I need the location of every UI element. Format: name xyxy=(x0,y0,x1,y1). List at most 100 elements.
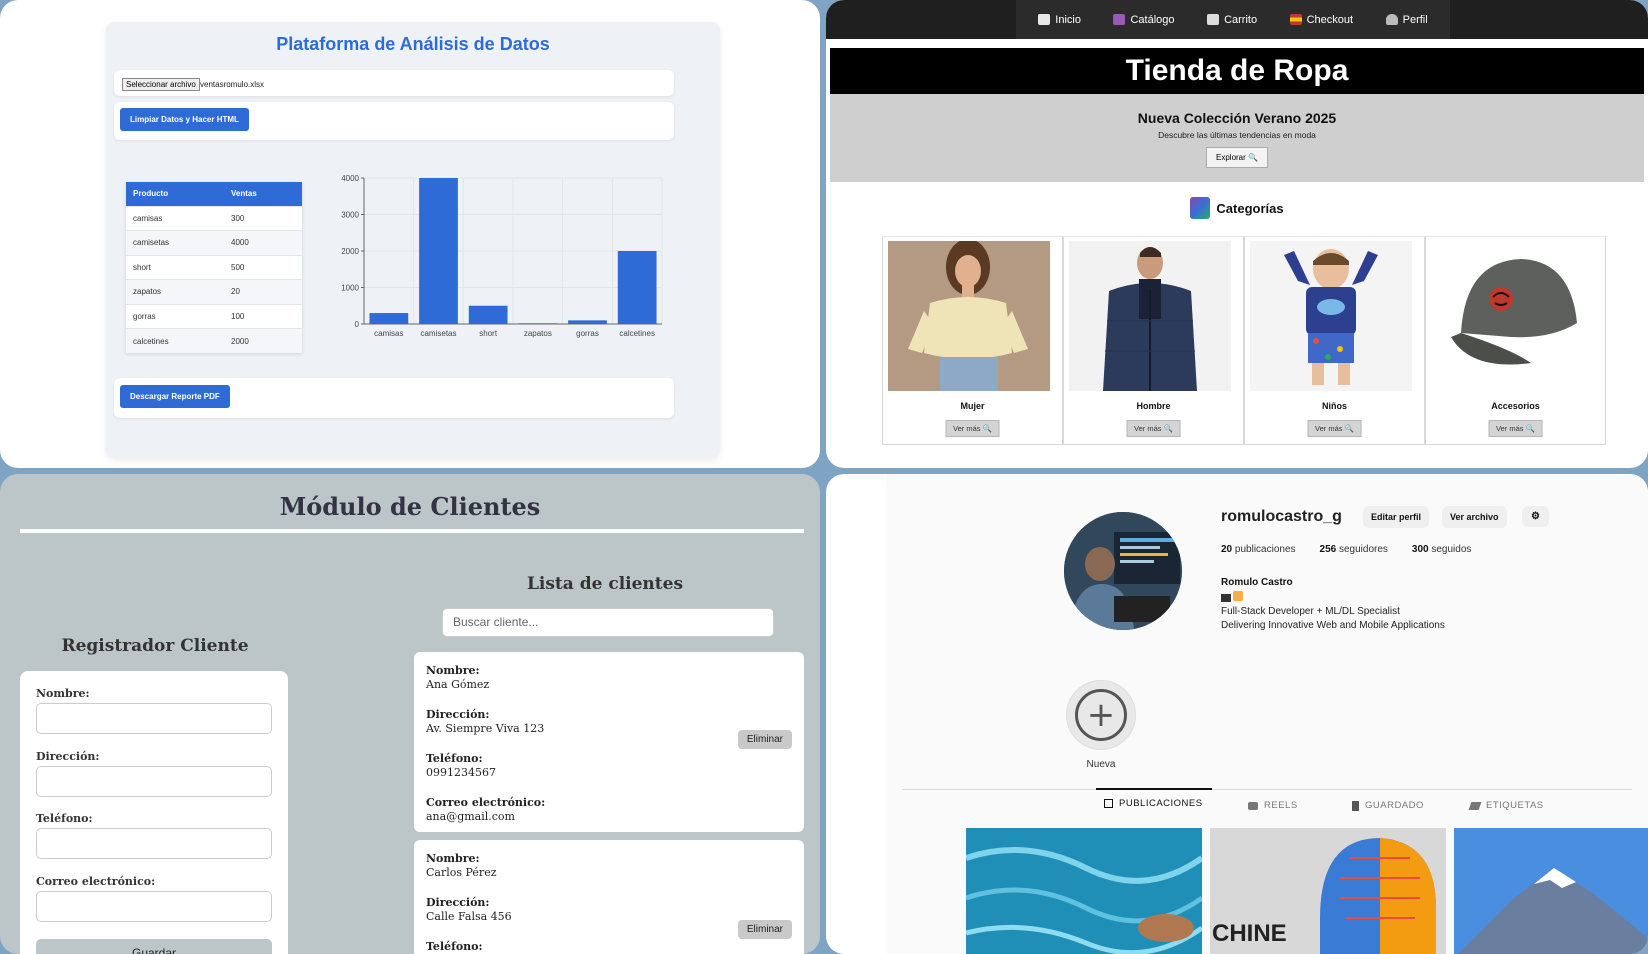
view-archive-button[interactable]: Ver archivo xyxy=(1442,506,1507,528)
category-image-hombre xyxy=(1069,241,1231,391)
active-tab-indicator xyxy=(1096,788,1212,790)
client-email-label: Correo electrónico: xyxy=(426,796,546,809)
avatar[interactable] xyxy=(1064,512,1182,630)
table-header-row: Producto Ventas xyxy=(126,182,302,206)
new-highlight-button[interactable]: + xyxy=(1066,680,1136,750)
select-file-button[interactable]: Seleccionar archivo xyxy=(122,78,200,91)
tab-reels[interactable]: REELS xyxy=(1248,800,1298,811)
table-cell: 100 xyxy=(224,303,302,329)
posts-stat[interactable]: 20 publicaciones xyxy=(1221,544,1296,555)
bar xyxy=(468,305,508,324)
delete-button[interactable]: Eliminar xyxy=(737,730,792,749)
phone-field[interactable] xyxy=(36,828,272,859)
category-card-accesorios: Accesorios Ver más 🔍 xyxy=(1425,237,1606,445)
followers-stat[interactable]: 256 seguidores xyxy=(1320,544,1388,555)
bookmark-icon xyxy=(1352,800,1359,811)
delete-button[interactable]: Eliminar xyxy=(737,920,792,939)
bar xyxy=(369,313,409,324)
client-name-label: Nombre: xyxy=(426,852,480,865)
client-address: Av. Siempre Viva 123 xyxy=(426,722,545,735)
client-phone: 0991234567 xyxy=(426,766,496,779)
download-pdf-button[interactable]: Descargar Reporte PDF xyxy=(120,385,230,408)
tab-label: GUARDADO xyxy=(1365,800,1424,811)
email-field[interactable] xyxy=(36,891,272,922)
edit-profile-button[interactable]: Editar perfil xyxy=(1363,506,1430,528)
tab-guardado[interactable]: GUARDADO xyxy=(1352,800,1424,811)
tabs-divider xyxy=(902,789,1632,790)
user-icon xyxy=(1385,14,1398,25)
highlight-label: Nueva xyxy=(1086,759,1116,770)
nav-item-inicio[interactable]: Inicio xyxy=(1038,14,1081,26)
reels-icon xyxy=(1248,801,1258,810)
flag-icon xyxy=(1289,14,1302,25)
table-row: camisas 300 xyxy=(126,205,302,231)
nav-label: Perfil xyxy=(1402,13,1428,26)
tab-publicaciones[interactable]: PUBLICACIONES xyxy=(1104,798,1203,809)
nav-item-carrito[interactable]: Carrito xyxy=(1207,14,1257,26)
clean-data-button[interactable]: Limpiar Datos y Hacer HTML xyxy=(120,108,249,131)
address-field[interactable] xyxy=(36,766,272,797)
sales-bar-chart: 0 1000 2000 3000 4000 camisas camisetas short za… xyxy=(341,174,663,338)
save-button[interactable]: Guardar xyxy=(36,939,272,954)
category-name: Hombre xyxy=(1136,401,1171,411)
category-name: Niños xyxy=(1321,401,1347,411)
nav-label: Carrito xyxy=(1224,13,1258,26)
shop-navbar: Inicio Catálogo Carrito Checkout Perfil xyxy=(826,0,1648,39)
tab-label: REELS xyxy=(1264,800,1298,811)
table-row: camisetas 4000 xyxy=(126,230,302,255)
pdf-box: Descargar Reporte PDF xyxy=(114,378,674,418)
x-tick-label: camisetas xyxy=(420,329,456,338)
cart-icon xyxy=(1207,14,1220,25)
following-count: 300 xyxy=(1411,544,1429,555)
table-cell: 20 xyxy=(224,279,302,304)
post-thumbnail[interactable] xyxy=(966,828,1202,954)
name-label: Nombre: xyxy=(36,687,90,700)
nav-label: Catálogo xyxy=(1130,13,1175,26)
nav-item-perfil[interactable]: Perfil xyxy=(1385,13,1428,26)
y-tick-label: 0 xyxy=(355,320,360,329)
selected-file-name: ventasromulo.xlsx xyxy=(200,80,265,89)
nav-item-catalogo[interactable]: Catálogo xyxy=(1113,13,1175,26)
nav-label: Inicio xyxy=(1055,13,1081,26)
gear-icon[interactable]: ⚙ xyxy=(1522,506,1549,527)
posts-label: publicaciones xyxy=(1234,544,1296,555)
table-cell: 2000 xyxy=(224,328,302,353)
profile-panel: romulocastro_g Editar perfil Ver archivo… xyxy=(826,474,1648,954)
see-more-button[interactable]: Ver más 🔍 xyxy=(1307,420,1362,437)
post-thumbnail[interactable]: CHINE xyxy=(1210,828,1446,954)
client-email: ana@gmail.com xyxy=(426,810,515,823)
title-divider xyxy=(20,529,804,533)
following-stat[interactable]: 300 seguidos xyxy=(1412,544,1472,555)
explore-button[interactable]: Explorar 🔍 xyxy=(1206,147,1268,168)
post-thumbnail[interactable] xyxy=(1454,828,1648,954)
name-field[interactable] xyxy=(36,703,272,734)
client-address-label: Dirección: xyxy=(426,708,490,721)
category-cards: Mujer Ver más 🔍 Hombre Ver más 🔍 Niños V… xyxy=(882,236,1608,445)
sales-table: Producto Ventas camisas 300 camisetas 4000… xyxy=(126,182,302,353)
table-header-sales: Ventas xyxy=(224,182,302,206)
category-name: Mujer xyxy=(960,401,985,411)
tab-label: ETIQUETAS xyxy=(1486,800,1544,811)
client-address: Calle Falsa 456 xyxy=(426,910,512,923)
table-row: calcetines 2000 xyxy=(126,328,302,353)
bio-line: Delivering Innovative Web and Mobile App… xyxy=(1221,620,1445,631)
home-icon xyxy=(1038,14,1051,25)
bar xyxy=(518,323,558,324)
following-label: seguidos xyxy=(1431,544,1472,555)
tab-etiquetas[interactable]: ETIQUETAS xyxy=(1468,800,1544,811)
y-tick-label: 1000 xyxy=(341,284,359,293)
client-search-input[interactable]: Buscar cliente... xyxy=(442,608,774,637)
shopping-bags-icon xyxy=(1113,14,1126,25)
hero-subtitle: Descubre las últimas tendencias en moda xyxy=(1158,130,1316,140)
table-row: zapatos 20 xyxy=(126,279,302,304)
x-tick-label: camisas xyxy=(374,329,403,338)
register-form: Nombre: Dirección: Teléfono: Correo elec… xyxy=(20,671,288,954)
see-more-button[interactable]: Ver más 🔍 xyxy=(945,420,1000,437)
see-more-button[interactable]: Ver más 🔍 xyxy=(1488,420,1543,437)
see-more-button[interactable]: Ver más 🔍 xyxy=(1126,420,1181,437)
bio-emoji xyxy=(1221,591,1243,602)
table-cell: calcetines xyxy=(126,328,224,353)
tab-label: PUBLICACIONES xyxy=(1119,798,1203,809)
bar xyxy=(419,178,458,324)
nav-item-checkout[interactable]: Checkout xyxy=(1289,14,1353,26)
